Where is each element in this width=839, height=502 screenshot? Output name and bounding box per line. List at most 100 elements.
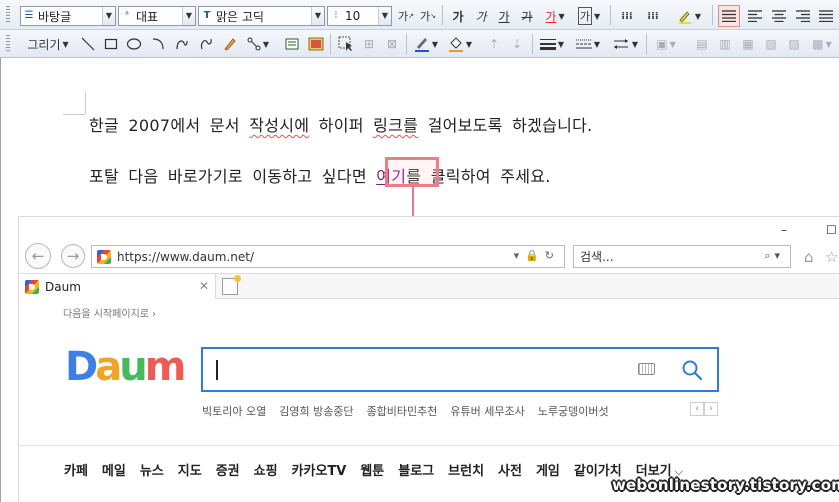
underline-button[interactable]: 가 xyxy=(494,6,514,26)
bring-forward-icon[interactable]: ⇡ xyxy=(484,34,504,54)
chevron-down-icon[interactable]: ▼ xyxy=(594,40,600,49)
maximize-icon[interactable]: ☐ xyxy=(826,223,837,237)
polygon-tool-button[interactable] xyxy=(172,34,192,54)
object-flip-icon[interactable]: ▨ xyxy=(784,34,804,54)
nav-item[interactable]: 브런치 xyxy=(448,460,484,479)
nav-item[interactable]: 카카오TV xyxy=(292,460,347,479)
style-combo[interactable]: ☰ 바탕글 ▼ xyxy=(20,6,116,26)
ellipse-tool-button[interactable] xyxy=(124,34,144,54)
chevron-down-icon[interactable]: ▼ xyxy=(558,12,564,21)
daum-logo[interactable]: Daum xyxy=(65,347,186,387)
keyboard-icon[interactable] xyxy=(638,363,655,375)
object-size-icon[interactable]: ▦ xyxy=(738,34,758,54)
draw-menu-button[interactable]: 그리기 ▼ xyxy=(22,34,74,54)
nav-item[interactable]: 웹툰 xyxy=(360,460,384,479)
chevron-down-icon[interactable]: ▼ xyxy=(466,40,472,49)
toolbar-grip[interactable] xyxy=(6,35,10,53)
fill-color-button[interactable]: ▼ xyxy=(446,34,474,54)
group-objects-icon[interactable]: ⊞ xyxy=(359,34,379,54)
chevron-down-icon[interactable]: ▼ xyxy=(311,7,324,25)
browser-search-input[interactable]: 검색... ⌕▾ xyxy=(573,245,791,268)
textbox-tool-button[interactable] xyxy=(282,34,302,54)
line-tool-button[interactable] xyxy=(78,34,98,54)
address-bar-icons[interactable]: ▾🔒↻ xyxy=(514,249,560,262)
nav-item[interactable]: 블로그 xyxy=(398,460,434,479)
object-rotate-icon[interactable]: ▧ xyxy=(761,34,781,54)
toolbar-grip[interactable] xyxy=(6,6,10,24)
chevron-down-icon[interactable]: ▼ xyxy=(378,7,391,25)
line-style-button[interactable]: ▼ xyxy=(574,34,602,54)
italic-button[interactable]: 가 xyxy=(471,6,491,26)
ungroup-objects-icon[interactable]: ⊠ xyxy=(382,34,402,54)
line-thickness-button[interactable]: ▼ xyxy=(538,34,566,54)
rectangle-tool-button[interactable] xyxy=(101,34,121,54)
nav-item[interactable]: 사전 xyxy=(498,460,522,479)
nav-item[interactable]: 게임 xyxy=(536,460,560,479)
chevron-down-icon[interactable]: ▼ xyxy=(632,40,638,49)
close-icon[interactable]: ✕ xyxy=(199,279,209,293)
object-more-button[interactable]: ▩ ▼ xyxy=(807,34,837,54)
shrink-font-button[interactable]: 가 ↘ xyxy=(418,6,438,26)
curve-tool-button[interactable] xyxy=(196,34,216,54)
grow-font-button[interactable]: 가 ↗ xyxy=(396,6,416,26)
align-justify-button[interactable] xyxy=(718,5,740,27)
nav-item[interactable]: 메일 xyxy=(102,460,126,479)
nav-item[interactable]: 지도 xyxy=(178,460,202,479)
nav-item[interactable]: 증권 xyxy=(216,460,240,479)
shadow-button[interactable]: ▣ ▼ xyxy=(652,34,680,54)
nav-item[interactable]: 쇼핑 xyxy=(254,460,278,479)
shade-button[interactable]: 가 ▼ xyxy=(574,6,604,26)
chevron-down-icon[interactable]: ▼ xyxy=(558,40,564,49)
nav-item[interactable]: 카페 xyxy=(64,460,88,479)
trend-item[interactable]: 김영희 방송중단 xyxy=(279,403,353,419)
image-tool-button[interactable] xyxy=(305,34,327,54)
char-spacing-wide-icon[interactable]: ⁞⁞⁞ xyxy=(642,6,664,26)
object-distribute-icon[interactable]: ▥ xyxy=(715,34,735,54)
back-arrow-icon[interactable]: ← xyxy=(25,243,51,269)
align-center-button[interactable] xyxy=(768,6,790,26)
new-tab-icon[interactable] xyxy=(222,275,241,295)
chevron-down-icon[interactable]: ▼ xyxy=(62,40,68,49)
paragraph-1[interactable]: 한글 2007에서 문서 작성시에 하이퍼 링크를 걸어보도록 하겠습니다. xyxy=(89,112,593,136)
send-backward-icon[interactable]: ⇣ xyxy=(507,34,527,54)
paragraph-2[interactable]: 포탈 다음 바로가기로 이동하고 싶다면 여기를 클릭하여 주세요. xyxy=(89,163,551,187)
arc-tool-button[interactable] xyxy=(148,34,168,54)
font-size-combo[interactable]: ⁝ 10 ▼ xyxy=(327,6,392,26)
chevron-right-icon[interactable]: › xyxy=(704,402,718,416)
address-bar[interactable]: https://www.daum.net/ ▾🔒↻ xyxy=(91,245,565,268)
connector-tool-button[interactable]: ▼ xyxy=(245,34,271,54)
strikethrough-button[interactable]: 가 xyxy=(517,6,537,26)
chevron-down-icon[interactable]: ▼ xyxy=(432,40,438,49)
chevron-down-icon[interactable]: ▼ xyxy=(102,7,115,25)
set-start-page-link[interactable]: 다음을 시작페이지로 › xyxy=(63,305,156,320)
arrow-style-button[interactable]: ▼ xyxy=(610,34,640,54)
nav-item[interactable]: 뉴스 xyxy=(140,460,164,479)
line-color-button[interactable]: ▼ xyxy=(412,34,440,54)
align-left-button[interactable] xyxy=(744,6,766,26)
trend-item[interactable]: 노루궁뎅이버섯 xyxy=(538,403,609,419)
daum-search-input[interactable] xyxy=(201,347,719,392)
search-icon[interactable] xyxy=(681,359,703,381)
search-icon[interactable]: ⌕▾ xyxy=(764,249,784,263)
favorites-star-icon[interactable]: ☆ xyxy=(825,248,838,266)
trend-item[interactable]: 종합비타민추천 xyxy=(367,403,438,419)
tab-daum[interactable]: Daum ✕ xyxy=(19,274,216,299)
chevron-down-icon[interactable]: ▼ xyxy=(182,7,195,25)
object-align-icon[interactable]: ▤ xyxy=(692,34,712,54)
chevron-down-icon[interactable]: ▼ xyxy=(263,40,269,49)
forward-arrow-icon[interactable]: → xyxy=(61,244,85,268)
char-spacing-narrow-icon[interactable]: ⁞⁞⁞ xyxy=(616,6,638,26)
home-icon[interactable]: ⌂ xyxy=(804,248,814,266)
chevron-left-icon[interactable]: ‹ xyxy=(690,402,704,416)
select-objects-button[interactable] xyxy=(336,34,356,54)
chevron-down-icon[interactable]: ▼ xyxy=(695,12,701,21)
trend-item[interactable]: 빅토리아 오열 xyxy=(202,403,266,419)
minimize-icon[interactable]: – xyxy=(781,223,787,237)
bold-button[interactable]: 가 xyxy=(448,6,468,26)
font-color-button[interactable]: 가 ▼ xyxy=(541,6,569,26)
highlighter-button[interactable]: ▼ xyxy=(672,6,706,26)
align-distribute-button[interactable] xyxy=(816,6,836,26)
chevron-down-icon[interactable]: ▼ xyxy=(594,12,600,21)
font-shape-combo[interactable]: ᵃ 대표 ▼ xyxy=(118,6,196,26)
chevron-down-icon[interactable]: ▼ xyxy=(826,40,832,49)
